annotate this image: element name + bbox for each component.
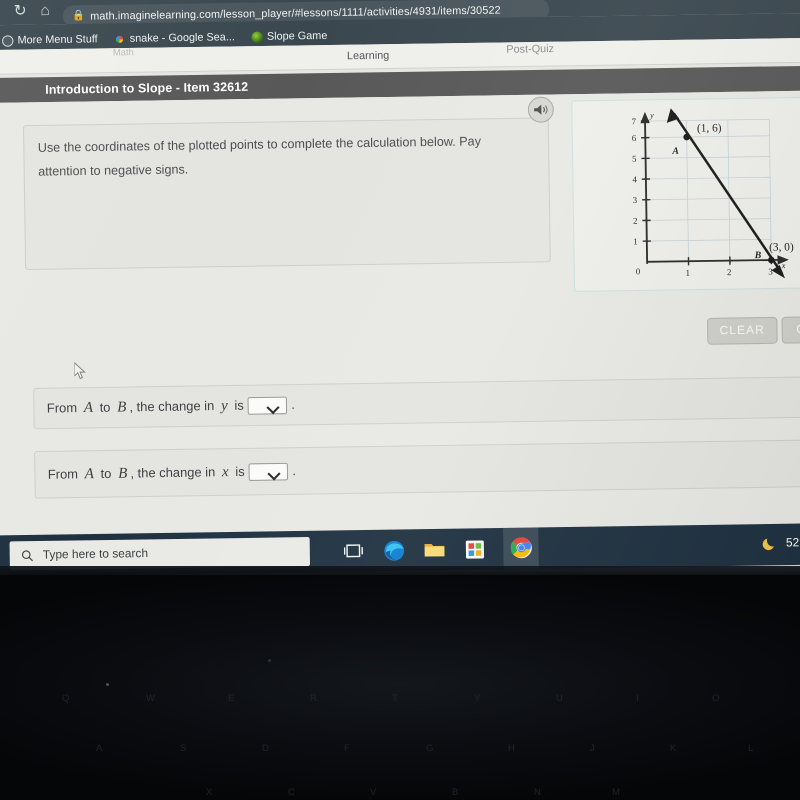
svg-text:1: 1: [686, 268, 691, 278]
answer-prefix: From: [47, 466, 79, 482]
answer-period: .: [291, 397, 296, 413]
answer-period: .: [292, 463, 297, 479]
laptop-keyboard: Q W E R T Y U I O A S D F G H J K L X C …: [0, 575, 800, 800]
point-a-label: A: [671, 146, 679, 157]
bookmark-snake-google-search[interactable]: snake - Google Sea...: [114, 31, 235, 45]
tick-labels: 7 6 5 4 3 2 1 0 1 2 3: [632, 116, 774, 278]
speaker-icon: [534, 104, 548, 115]
check-button[interactable]: CHE: [781, 315, 800, 344]
page-title: Introduction to Slope - Item 32612: [45, 79, 249, 97]
point-a-ref: A: [84, 465, 95, 482]
svg-text:5: 5: [632, 154, 637, 164]
bookmark-slope-game[interactable]: Slope Game: [251, 30, 327, 44]
answer-middle: , the change in: [130, 464, 216, 481]
home-icon[interactable]: ⌂: [36, 2, 55, 20]
point-a-ref: A: [83, 398, 94, 416]
play-audio-button[interactable]: [527, 96, 554, 123]
slope-game-icon: [251, 31, 263, 43]
svg-text:3: 3: [768, 266, 773, 276]
svg-text:1: 1: [633, 236, 638, 246]
svg-text:6: 6: [632, 133, 637, 143]
microsoft-edge-icon[interactable]: [382, 539, 405, 562]
weather-widget[interactable]: 52°F Clear: [762, 534, 800, 552]
microsoft-store-icon[interactable]: [463, 538, 486, 561]
svg-text:7: 7: [632, 116, 637, 126]
answer-middle: , the change in: [129, 398, 215, 415]
y-axis-label: y: [649, 111, 654, 120]
google-icon: [114, 33, 126, 45]
bookmark-label: snake - Google Sea...: [129, 30, 235, 45]
variable-y: y: [220, 396, 228, 414]
weather-temperature: 52°F: [785, 536, 800, 550]
svg-text:2: 2: [727, 267, 732, 277]
svg-text:0: 0: [636, 266, 641, 276]
tab-math[interactable]: Math: [113, 47, 134, 58]
point-b-ref: B: [118, 464, 128, 482]
variable-x: x: [221, 463, 229, 480]
mouse-cursor: [74, 362, 86, 380]
bookmark-more-menu-stuff[interactable]: More Menu Stuff: [1, 32, 98, 47]
bookmark-label: Slope Game: [266, 29, 328, 43]
tick-marks: [640, 120, 773, 266]
point-b-label: B: [754, 250, 762, 261]
grid-lines: [645, 118, 772, 262]
search-placeholder: Type here to search: [42, 547, 149, 562]
task-view-icon[interactable]: [342, 539, 365, 562]
prompt-card: Use the coordinates of the plotted point…: [22, 117, 551, 271]
graph-card: 7 6 5 4 3 2 1 0 1 2 3 y x A B (1, 6) (3,…: [571, 96, 800, 292]
windows-start-icon[interactable]: [0, 549, 7, 563]
answer-suffix: is: [235, 464, 245, 480]
file-explorer-icon[interactable]: [422, 538, 445, 561]
answer-to: to: [99, 400, 111, 415]
prompt-text: Use the coordinates of the plotted point…: [37, 133, 482, 179]
answer-row-change-in-y: From A to B, the change in y is .: [33, 375, 800, 430]
reload-icon[interactable]: ↻: [11, 2, 30, 20]
answer-suffix: is: [234, 398, 244, 413]
answer-row-change-in-x: From A to B, the change in x is .: [34, 438, 800, 499]
answer-statement: From A to B, the change in x is .: [48, 462, 296, 483]
answer-statement: From A to B, the change in y is .: [47, 396, 295, 417]
lock-icon: 🔒: [72, 10, 86, 22]
google-chrome-icon[interactable]: [503, 527, 539, 570]
globe-icon: [1, 34, 14, 47]
laptop-screen: → ↻ ⌂ 🔒 math.imaginelearning.com/lesson_…: [0, 0, 800, 592]
bookmark-label: More Menu Stuff: [17, 32, 98, 47]
clear-button[interactable]: CLEAR: [706, 316, 778, 345]
change-in-x-dropdown[interactable]: [248, 462, 289, 481]
point-b-ref: B: [117, 398, 127, 416]
laptop-photo: → ↻ ⌂ 🔒 math.imaginelearning.com/lesson_…: [0, 0, 800, 800]
tab-post-quiz[interactable]: Post-Quiz: [506, 43, 554, 56]
forward-arrow-icon[interactable]: →: [0, 2, 5, 20]
point-a-coord-label: (1, 6): [697, 122, 722, 134]
answer-to: to: [100, 466, 112, 482]
tab-learning[interactable]: Learning: [347, 49, 389, 62]
web-page: Math Learning Post-Quiz Introduction to …: [0, 37, 800, 537]
svg-text:4: 4: [632, 174, 637, 184]
svg-text:3: 3: [633, 195, 638, 205]
x-axis-label: x: [781, 261, 786, 270]
svg-text:2: 2: [633, 216, 638, 226]
search-icon: [21, 550, 33, 562]
moon-icon: [762, 538, 774, 551]
activity-body: Use the coordinates of the plotted point…: [0, 90, 800, 537]
point-b-coord-label: (3, 0): [769, 241, 794, 253]
plotted-line: [666, 108, 786, 279]
change-in-y-dropdown[interactable]: [247, 396, 288, 415]
coordinate-graph: 7 6 5 4 3 2 1 0 1 2 3 y x A B (1, 6) (3,…: [632, 108, 794, 279]
answer-prefix: From: [46, 400, 78, 416]
